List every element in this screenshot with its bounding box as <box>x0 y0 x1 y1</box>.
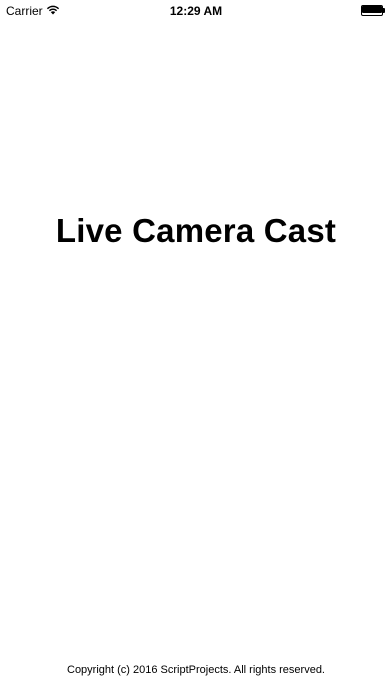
status-bar: Carrier 12:29 AM <box>0 0 392 22</box>
battery-icon <box>361 5 385 16</box>
status-time: 12:29 AM <box>169 4 223 18</box>
battery-level-fill <box>362 6 382 13</box>
copyright-text: Copyright (c) 2016 ScriptProjects. All r… <box>67 664 325 676</box>
app-title: Live Camera Cast <box>55 212 337 249</box>
